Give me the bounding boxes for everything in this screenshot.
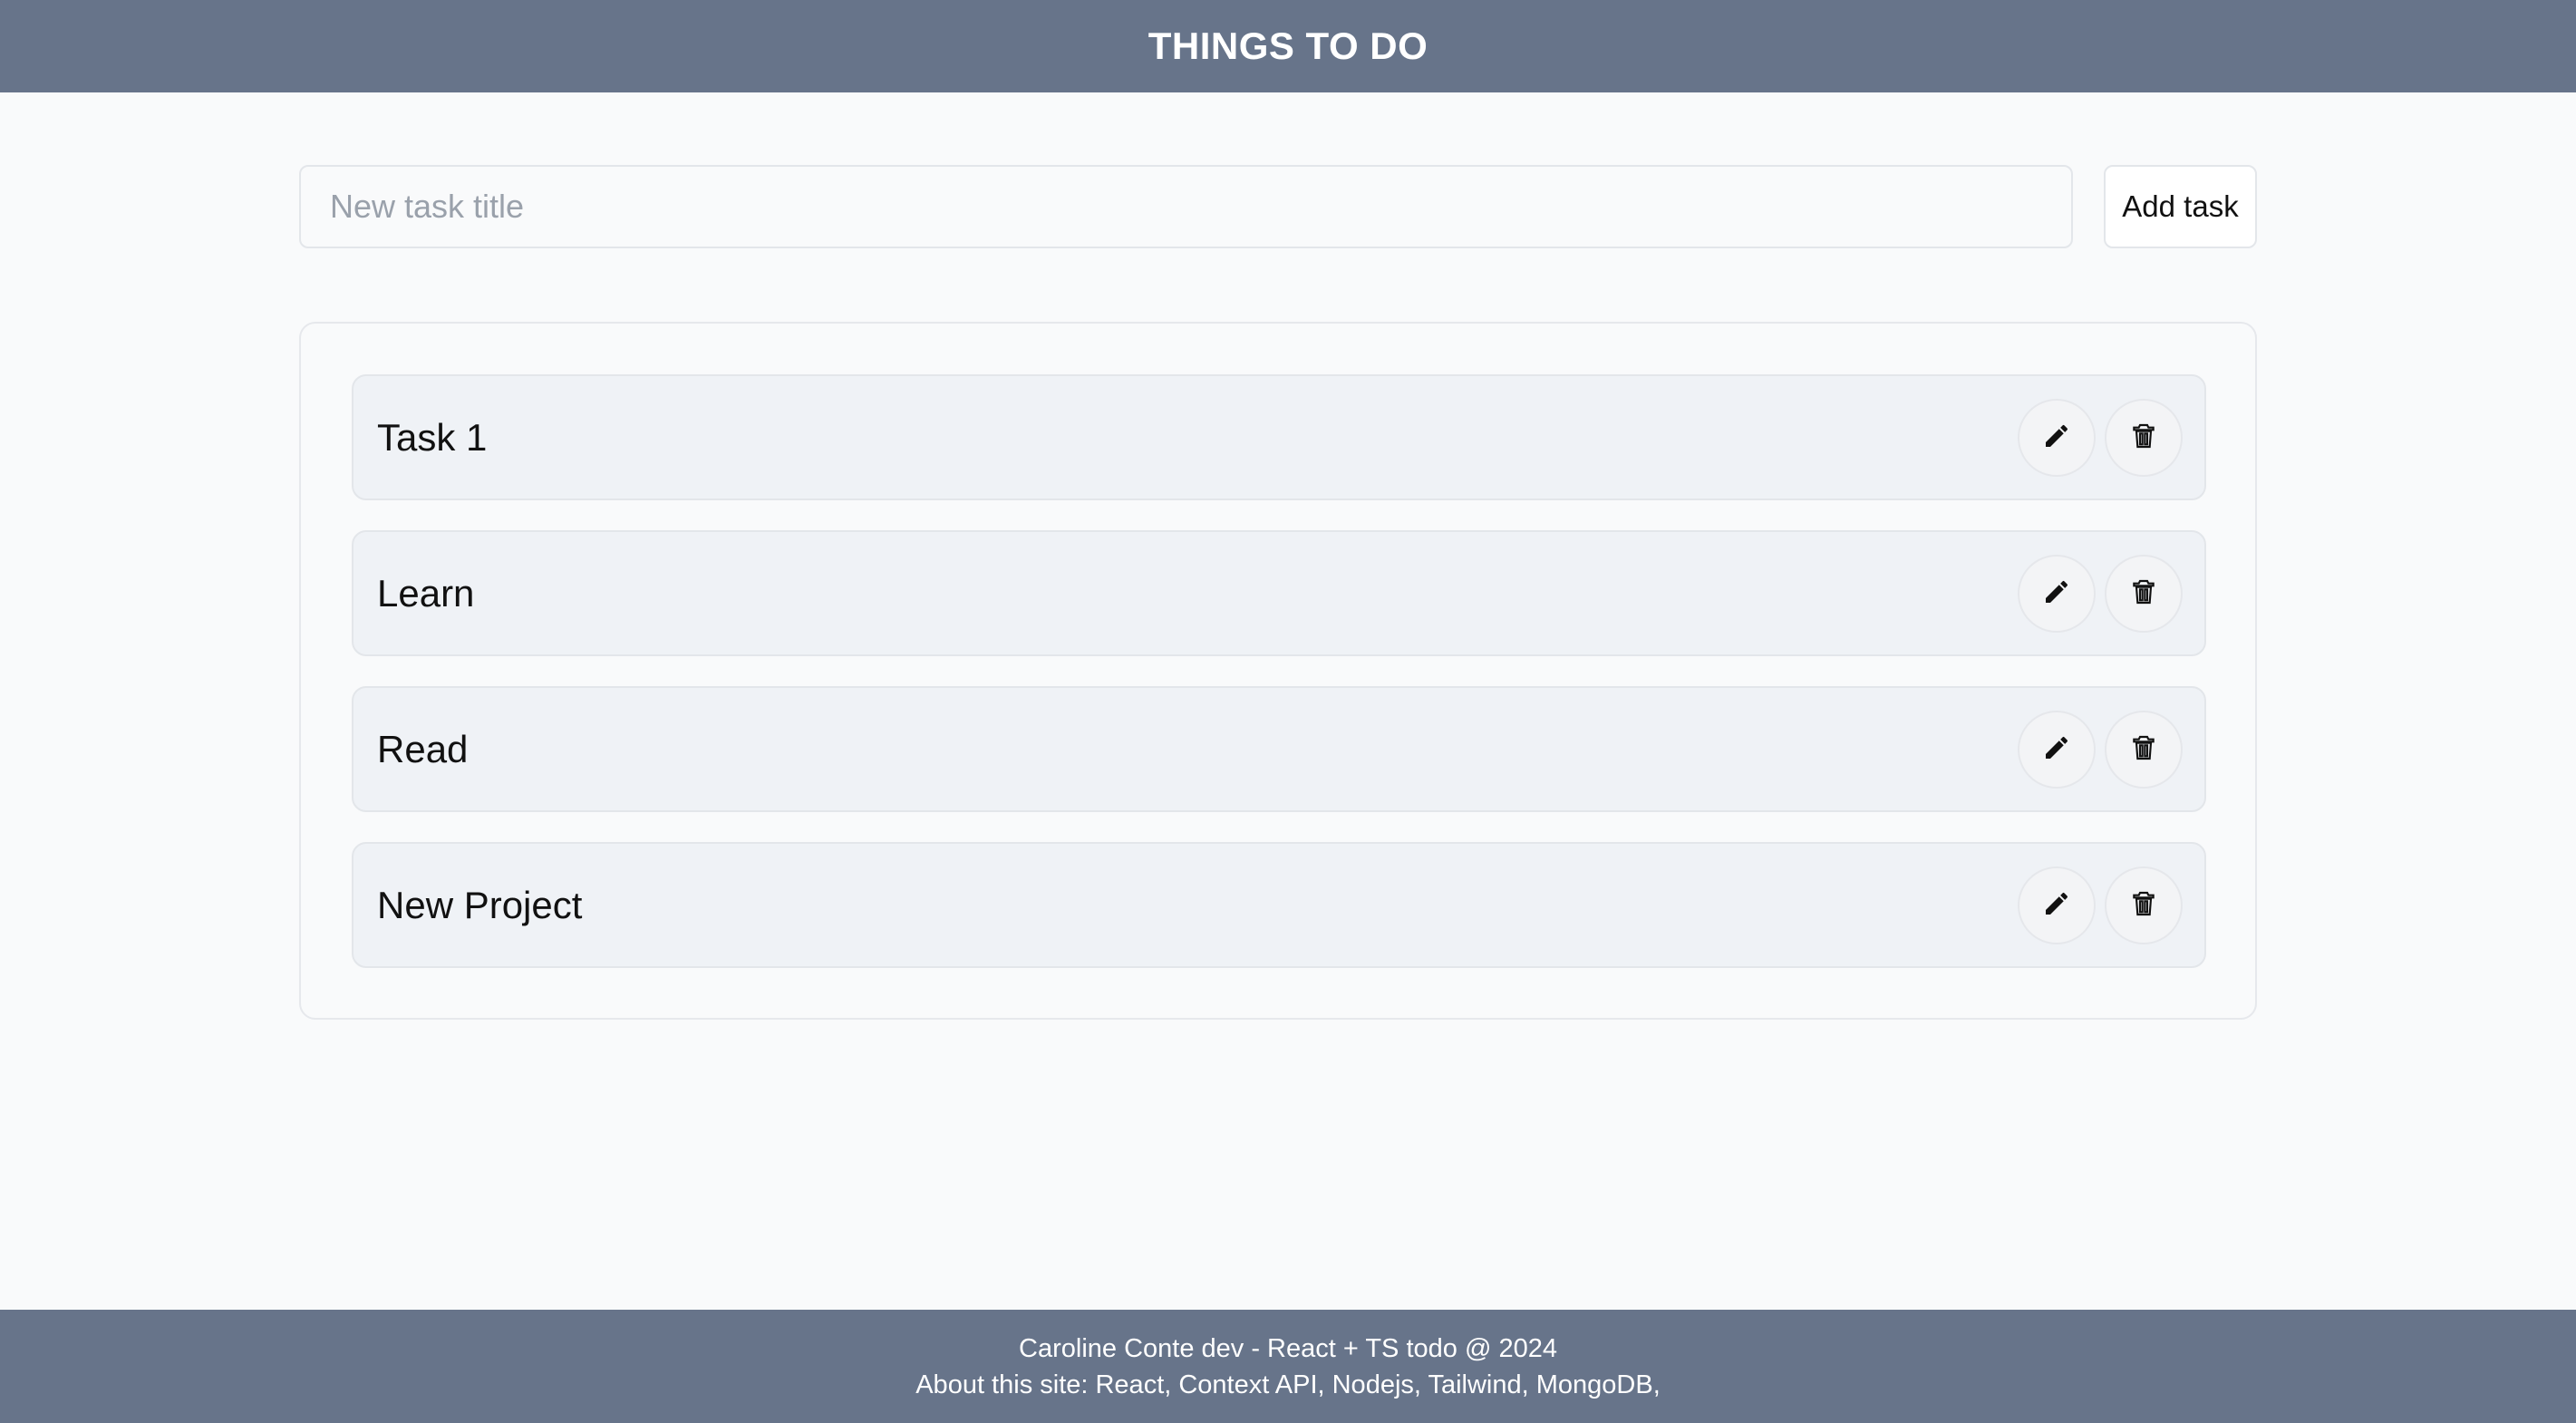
task-title: Task 1: [377, 415, 488, 459]
new-task-input[interactable]: [299, 165, 2073, 248]
pencil-icon: [2042, 733, 2071, 765]
task-actions: [2018, 866, 2183, 944]
pencil-icon: [2042, 889, 2071, 921]
task-item: Task 1: [352, 374, 2206, 500]
task-title: New Project: [377, 883, 583, 926]
task-title: Read: [377, 727, 469, 770]
app-header: THINGS TO DO: [0, 0, 2576, 92]
trash-icon: [2129, 733, 2158, 765]
task-actions: [2018, 710, 2183, 789]
task-item: New Project: [352, 842, 2206, 968]
trash-icon: [2129, 421, 2158, 453]
delete-task-button[interactable]: [2105, 398, 2183, 477]
todo-app: THINGS TO DO Add task Task 1: [0, 0, 2576, 1423]
task-title: Learn: [377, 571, 475, 615]
task-list-panel: Task 1 Learn Read New Project: [299, 322, 2257, 1020]
add-task-form: Add task: [299, 165, 2257, 248]
edit-task-button[interactable]: [2018, 554, 2096, 633]
footer-credit: Caroline Conte dev - React + TS todo @ 2…: [1019, 1333, 1557, 1363]
pencil-icon: [2042, 577, 2071, 609]
trash-icon: [2129, 889, 2158, 921]
edit-task-button[interactable]: [2018, 866, 2096, 944]
edit-task-button[interactable]: [2018, 710, 2096, 789]
task-item: Read: [352, 686, 2206, 812]
task-actions: [2018, 398, 2183, 477]
page-title: THINGS TO DO: [1148, 24, 1428, 67]
edit-task-button[interactable]: [2018, 398, 2096, 477]
pencil-icon: [2042, 421, 2071, 453]
task-item: Learn: [352, 530, 2206, 656]
delete-task-button[interactable]: [2105, 866, 2183, 944]
task-list: Task 1 Learn Read New Project: [352, 374, 2206, 998]
trash-icon: [2129, 577, 2158, 609]
delete-task-button[interactable]: [2105, 554, 2183, 633]
app-footer: Caroline Conte dev - React + TS todo @ 2…: [0, 1310, 2576, 1423]
add-task-button[interactable]: Add task: [2104, 165, 2257, 248]
task-actions: [2018, 554, 2183, 633]
delete-task-button[interactable]: [2105, 710, 2183, 789]
footer-about: About this site: React, Context API, Nod…: [915, 1370, 1661, 1399]
